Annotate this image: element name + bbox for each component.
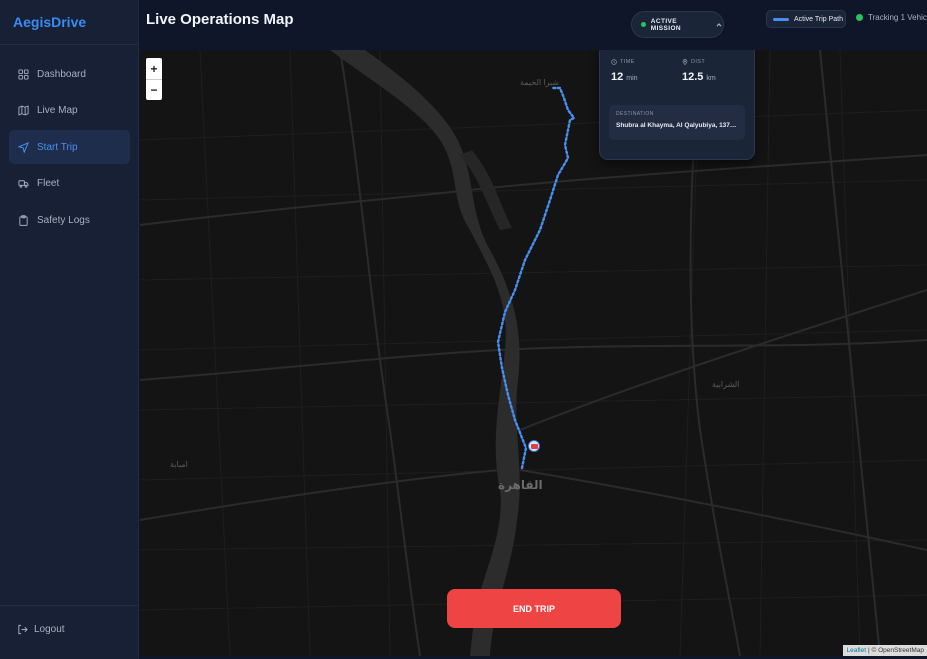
navigation-icon [18, 141, 29, 153]
map-label: امبابة [170, 460, 188, 469]
map-icon [18, 105, 29, 116]
time-unit: min [626, 75, 638, 82]
distance-stat: DIST 12.5 km [682, 59, 716, 83]
sidebar-nav: Dashboard Live Map Start Trip Fleet Safe… [9, 57, 130, 240]
sidebar-item-safety-logs[interactable]: Safety Logs [9, 203, 130, 237]
mission-details-card: TIME 12 min DIST 12.5 km DESTINATION Shubr… [599, 50, 755, 160]
sidebar-item-label: Live Map [37, 105, 78, 117]
route-legend: Active Trip Path [766, 10, 846, 28]
vehicle-marker[interactable] [528, 440, 540, 452]
sidebar-item-label: Dashboard [37, 68, 86, 80]
map-view[interactable]: + − شبرا الخيمة الشرابية امبابة القاهرة … [140, 50, 927, 656]
distance-value: 12.5 [682, 71, 704, 83]
zoom-out-button[interactable]: − [146, 79, 162, 100]
time-value: 12 [611, 71, 624, 83]
city-label: القاهرة [498, 478, 543, 492]
sidebar: AegisDrive Dashboard Live Map Start Trip [0, 0, 139, 659]
sidebar-item-fleet[interactable]: Fleet [9, 167, 130, 201]
status-dot-icon [641, 22, 646, 27]
route-line-icon [773, 17, 789, 21]
map-tiles[interactable] [140, 50, 927, 656]
osm-attribution[interactable]: | © OpenStreetMap [868, 647, 924, 654]
tracking-status: Tracking 1 Vehicle [856, 13, 927, 22]
sidebar-item-label: Fleet [37, 178, 60, 190]
map-label: شبرا الخيمة [520, 78, 560, 87]
sidebar-item-label: Safety Logs [37, 214, 90, 226]
distance-unit: km [706, 75, 716, 82]
sidebar-item-start-trip[interactable]: Start Trip [9, 130, 130, 165]
end-trip-button[interactable]: END TRIP [447, 589, 621, 628]
tracking-label: Tracking 1 Vehicle [868, 13, 927, 22]
brand-logo[interactable]: AegisDrive [13, 14, 86, 30]
destination-box: DESTINATION Shubra al Khayma, Al Qalyubi… [609, 105, 745, 140]
sidebar-item-dashboard[interactable]: Dashboard [9, 57, 130, 91]
divider [0, 605, 139, 606]
clipboard-icon [18, 215, 29, 226]
zoom-control: + − [146, 58, 162, 100]
sidebar-item-live-map[interactable]: Live Map [9, 94, 130, 128]
chevron-up-icon [715, 21, 723, 29]
map-attribution: Leaflet | © OpenStreetMap [843, 645, 927, 656]
location-pin-icon [682, 59, 688, 65]
destination-label: DESTINATION [616, 111, 654, 117]
status-dot-icon [856, 14, 863, 21]
active-mission-label: ACTIVE MISSION [650, 17, 682, 32]
clock-icon [611, 59, 617, 65]
logout-button[interactable]: Logout [17, 624, 65, 635]
car-icon [530, 443, 538, 449]
logout-icon [17, 624, 28, 635]
divider [0, 44, 139, 45]
map-label: الشرابية [712, 380, 740, 389]
time-stat: TIME 12 min [611, 59, 638, 83]
truck-icon [18, 178, 29, 189]
distance-label: DIST [691, 59, 706, 65]
leaflet-link[interactable]: Leaflet [846, 647, 866, 654]
active-mission-button[interactable]: ACTIVE MISSION [631, 11, 724, 38]
time-label: TIME [620, 59, 635, 65]
zoom-in-button[interactable]: + [146, 58, 162, 79]
page-title: Live Operations Map [146, 11, 294, 28]
header: Live Operations Map ACTIVE MISSION Activ… [140, 0, 927, 50]
logout-label: Logout [34, 624, 65, 635]
legend-label: Active Trip Path [794, 15, 844, 23]
destination-value: Shubra al Khayma, Al Qalyubiya, 13771... [616, 122, 738, 129]
grid-icon [18, 68, 29, 80]
sidebar-item-label: Start Trip [37, 141, 78, 153]
app: AegisDrive Dashboard Live Map Start Trip [0, 0, 927, 659]
